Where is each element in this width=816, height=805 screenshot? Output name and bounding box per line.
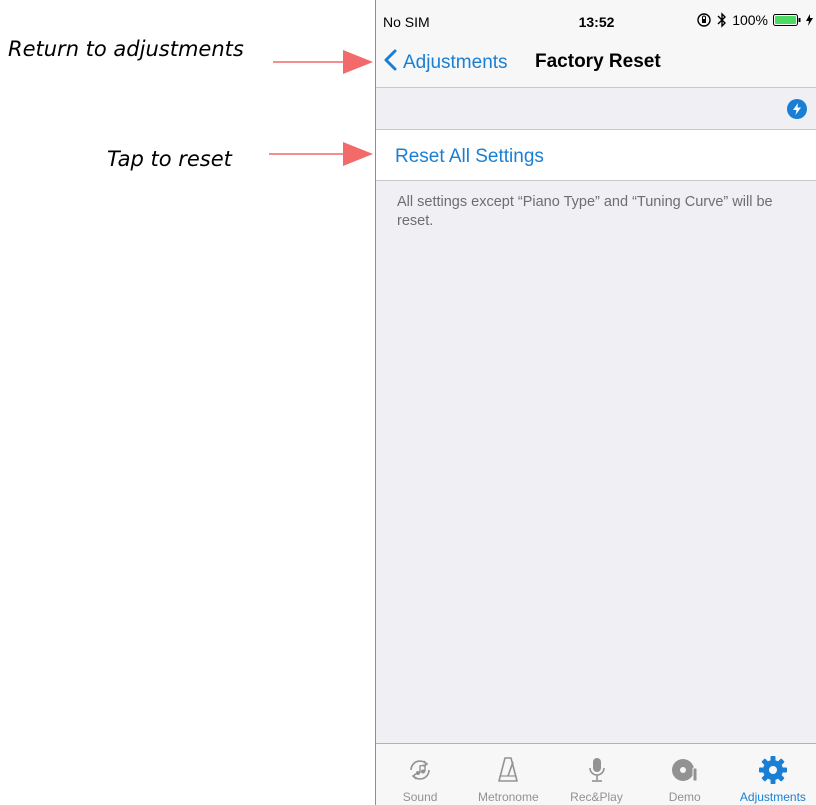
back-button-label: Adjustments <box>403 52 508 73</box>
tab-rec-play-label: Rec&Play <box>570 790 623 804</box>
annotation-back-label: Return to adjustments <box>8 37 244 61</box>
battery-percent: 100% <box>732 12 768 28</box>
bluetooth-icon <box>717 12 727 28</box>
tab-metronome-label: Metronome <box>477 790 539 804</box>
tab-sound[interactable]: Sound <box>376 744 464 805</box>
charging-icon <box>806 14 813 26</box>
metronome-icon <box>496 754 520 786</box>
tab-adjustments-label: Adjustments <box>739 790 806 804</box>
microphone-icon <box>587 754 607 786</box>
reset-all-settings-label: Reset All Settings <box>395 146 544 167</box>
tab-adjustments[interactable]: Adjustments <box>729 744 816 805</box>
tab-bar: Sound Metronome Rec&Play Demo Adjustment… <box>376 743 816 805</box>
section-header <box>376 88 816 129</box>
tab-metronome[interactable]: Metronome <box>464 744 552 805</box>
sound-icon <box>406 754 434 786</box>
orientation-lock-icon <box>696 12 712 28</box>
tab-rec-play[interactable]: Rec&Play <box>552 744 640 805</box>
status-bar: No SIM 13:52 100% <box>376 0 816 40</box>
reset-all-settings-button[interactable]: Reset All Settings <box>376 129 816 181</box>
annotation-reset-label: Tap to reset <box>107 147 232 171</box>
navigation-bar: Adjustments Factory Reset <box>376 40 816 88</box>
status-indicators: 100% <box>696 12 813 28</box>
page-title: Factory Reset <box>535 51 661 72</box>
demo-disc-icon <box>670 754 700 786</box>
back-button[interactable]: Adjustments <box>384 48 508 78</box>
chevron-left-icon <box>384 49 403 77</box>
phone-screen: No SIM 13:52 100% Adjustments Factory Re… <box>375 0 816 805</box>
tab-demo[interactable]: Demo <box>641 744 729 805</box>
annotation-reset-arrow <box>269 142 373 166</box>
annotation-back-arrow <box>273 50 373 74</box>
tab-demo-label: Demo <box>668 790 701 804</box>
tab-sound-label: Sound <box>402 790 438 804</box>
battery-icon <box>773 13 801 27</box>
flash-icon <box>787 99 807 119</box>
reset-footer-note: All settings except “Piano Type” and “Tu… <box>397 194 773 229</box>
gear-icon <box>758 754 788 786</box>
